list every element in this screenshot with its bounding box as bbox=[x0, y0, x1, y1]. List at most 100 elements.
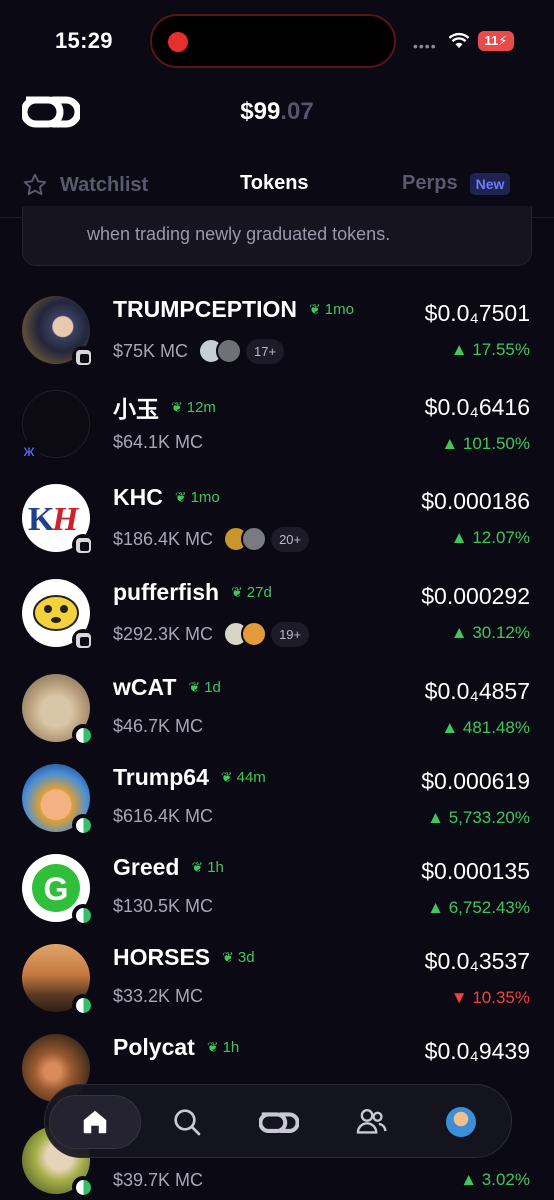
new-badge: New bbox=[469, 172, 511, 195]
price-change-value: 101.50% bbox=[462, 434, 530, 453]
token-row[interactable]: pufferfish ❦ 27d $292.3K MC 19+ $0.000292… bbox=[0, 579, 554, 669]
nav-profile[interactable] bbox=[415, 1095, 507, 1149]
up-arrow-icon: ▲ bbox=[441, 718, 459, 737]
balance-fraction: .07 bbox=[280, 98, 314, 125]
token-age: 27d bbox=[246, 584, 272, 601]
price-change: ▲ 6,752.43% bbox=[427, 898, 530, 918]
market-cap: $46.7K MC bbox=[113, 716, 204, 736]
sprout-icon: ❦ bbox=[231, 584, 243, 600]
token-name: Trump64 bbox=[113, 764, 209, 790]
price-change: ▲ 12.07% bbox=[451, 528, 530, 548]
token-age: 1h bbox=[222, 1039, 240, 1056]
nav-search[interactable] bbox=[141, 1095, 233, 1149]
home-icon bbox=[83, 1110, 107, 1134]
svg-text:K: K bbox=[28, 501, 55, 538]
sprout-icon: ❦ bbox=[191, 859, 204, 875]
up-arrow-icon: ▲ bbox=[450, 623, 468, 642]
price-change-value: 481.48% bbox=[462, 718, 530, 737]
market-cap: $64.1K MC bbox=[113, 432, 204, 452]
up-arrow-icon: ▲ bbox=[460, 1170, 478, 1189]
app-logo-icon bbox=[259, 1112, 299, 1134]
profile-avatar bbox=[446, 1107, 476, 1137]
up-arrow-icon: ▲ bbox=[427, 808, 444, 827]
bottom-nav bbox=[44, 1084, 512, 1158]
nav-trade[interactable] bbox=[233, 1095, 325, 1149]
price-change-value: 5,733.20% bbox=[448, 808, 530, 827]
nav-social[interactable] bbox=[325, 1095, 417, 1149]
market-cap: $75K MC bbox=[113, 340, 189, 361]
sprout-icon: ❦ bbox=[171, 398, 183, 415]
token-name: Polycat bbox=[113, 1034, 195, 1060]
market-cap: $33.2K MC bbox=[113, 986, 204, 1006]
token-avatar: ж bbox=[18, 390, 90, 462]
token-age: 3d bbox=[237, 949, 255, 966]
holder-avatar bbox=[241, 526, 268, 552]
pill-icon bbox=[72, 814, 94, 836]
pill-icon bbox=[72, 994, 94, 1016]
price-change-value: 6,752.43% bbox=[448, 898, 530, 917]
price-change: ▲ 3.02% bbox=[460, 1170, 530, 1190]
tab-perps-label: Perps bbox=[402, 172, 458, 194]
token-row[interactable]: HORSES ❦ 3d $33.2K MC $0.0₄3537 ▼ 10.35% bbox=[0, 944, 554, 1034]
butterfly-icon: ж bbox=[23, 442, 35, 460]
svg-text:H: H bbox=[51, 501, 80, 538]
token-price: $0.0₄9439 bbox=[424, 1038, 530, 1064]
market-cap: $292.3K MC bbox=[113, 623, 214, 644]
recording-dot-icon bbox=[168, 32, 188, 52]
token-price: $0.0₄4857 bbox=[424, 678, 530, 704]
up-arrow-icon: ▲ bbox=[441, 434, 459, 453]
token-price: $0.000292 bbox=[421, 583, 530, 609]
market-cap: $186.4K MC bbox=[113, 528, 214, 549]
tab-watchlist[interactable]: Watchlist bbox=[22, 172, 148, 198]
price-change-value: 12.07% bbox=[472, 528, 530, 547]
token-name: 小玉 bbox=[113, 396, 159, 422]
search-icon bbox=[174, 1109, 201, 1136]
battery-indicator: 11⚡ bbox=[478, 31, 514, 51]
token-avatar: K H bbox=[22, 484, 94, 556]
holder-count: 20+ bbox=[271, 526, 310, 552]
price-change-value: 17.55% bbox=[472, 340, 530, 359]
tab-tokens[interactable]: Tokens bbox=[240, 172, 309, 195]
token-age: 1mo bbox=[190, 489, 220, 506]
pill-icon bbox=[72, 724, 94, 746]
token-avatar bbox=[22, 296, 94, 368]
down-arrow-icon: ▼ bbox=[450, 988, 468, 1007]
sprout-icon: ❦ bbox=[222, 949, 234, 965]
tab-perps[interactable]: Perps New bbox=[402, 172, 511, 195]
star-icon bbox=[23, 173, 47, 196]
token-age: 12m bbox=[186, 398, 216, 416]
balance-main: $99 bbox=[240, 98, 281, 125]
nav-home[interactable] bbox=[49, 1095, 141, 1149]
token-name: pufferfish bbox=[113, 579, 220, 605]
price-change: ▼ 10.35% bbox=[451, 988, 530, 1008]
token-name: HORSES bbox=[113, 944, 211, 970]
price-change-value: 3.02% bbox=[481, 1170, 530, 1189]
platform-badge-icon bbox=[75, 349, 91, 365]
token-row[interactable]: TRUMPCEPTION ❦ 1mo $75K MC 17+ $0.0₄7501 … bbox=[0, 296, 554, 386]
token-avatar bbox=[22, 579, 94, 651]
token-row[interactable]: wCAT ❦ 1d $46.7K MC $0.0₄4857 ▲ 481.48% bbox=[0, 674, 554, 764]
status-bar: 15:29 •••• 11⚡ bbox=[0, 0, 554, 78]
platform-badge-icon bbox=[75, 537, 91, 553]
market-cap: $39.7K MC bbox=[113, 1170, 204, 1190]
token-row[interactable]: ж 小玉 ❦ 12m $64.1K MC $0.0₄6416 ▲ 101.50% bbox=[0, 390, 554, 480]
market-cap: $616.4K MC bbox=[113, 806, 214, 826]
sprout-icon: ❦ bbox=[188, 679, 201, 695]
token-price: $0.0₄3537 bbox=[424, 948, 530, 974]
price-change-value: 10.35% bbox=[472, 988, 530, 1007]
wifi-icon bbox=[448, 32, 470, 48]
token-row[interactable]: G Greed ❦ 1h $130.5K MC $0.000135 ▲ 6,752… bbox=[0, 854, 554, 944]
token-row[interactable]: K H KHC ❦ 1mo $186.4K MC 20+ $0.000186 ▲ … bbox=[0, 484, 554, 574]
token-row[interactable]: Trump64 ❦ 44m $616.4K MC $0.000619 ▲ 5,73… bbox=[0, 764, 554, 854]
token-avatar bbox=[22, 674, 94, 746]
cellular-signal-icon: •••• bbox=[413, 38, 437, 54]
wallet-balance[interactable]: $99.07 bbox=[0, 98, 554, 126]
holder-count: 17+ bbox=[246, 338, 285, 364]
price-change: ▲ 30.12% bbox=[451, 623, 530, 643]
platform-badge-icon bbox=[75, 632, 91, 648]
token-name: Greed bbox=[113, 854, 180, 880]
token-age: 44m bbox=[236, 769, 266, 786]
token-age: 1d bbox=[204, 679, 221, 696]
token-avatar: G bbox=[22, 854, 94, 926]
info-banner-text: when trading newly graduated tokens. bbox=[87, 224, 391, 244]
